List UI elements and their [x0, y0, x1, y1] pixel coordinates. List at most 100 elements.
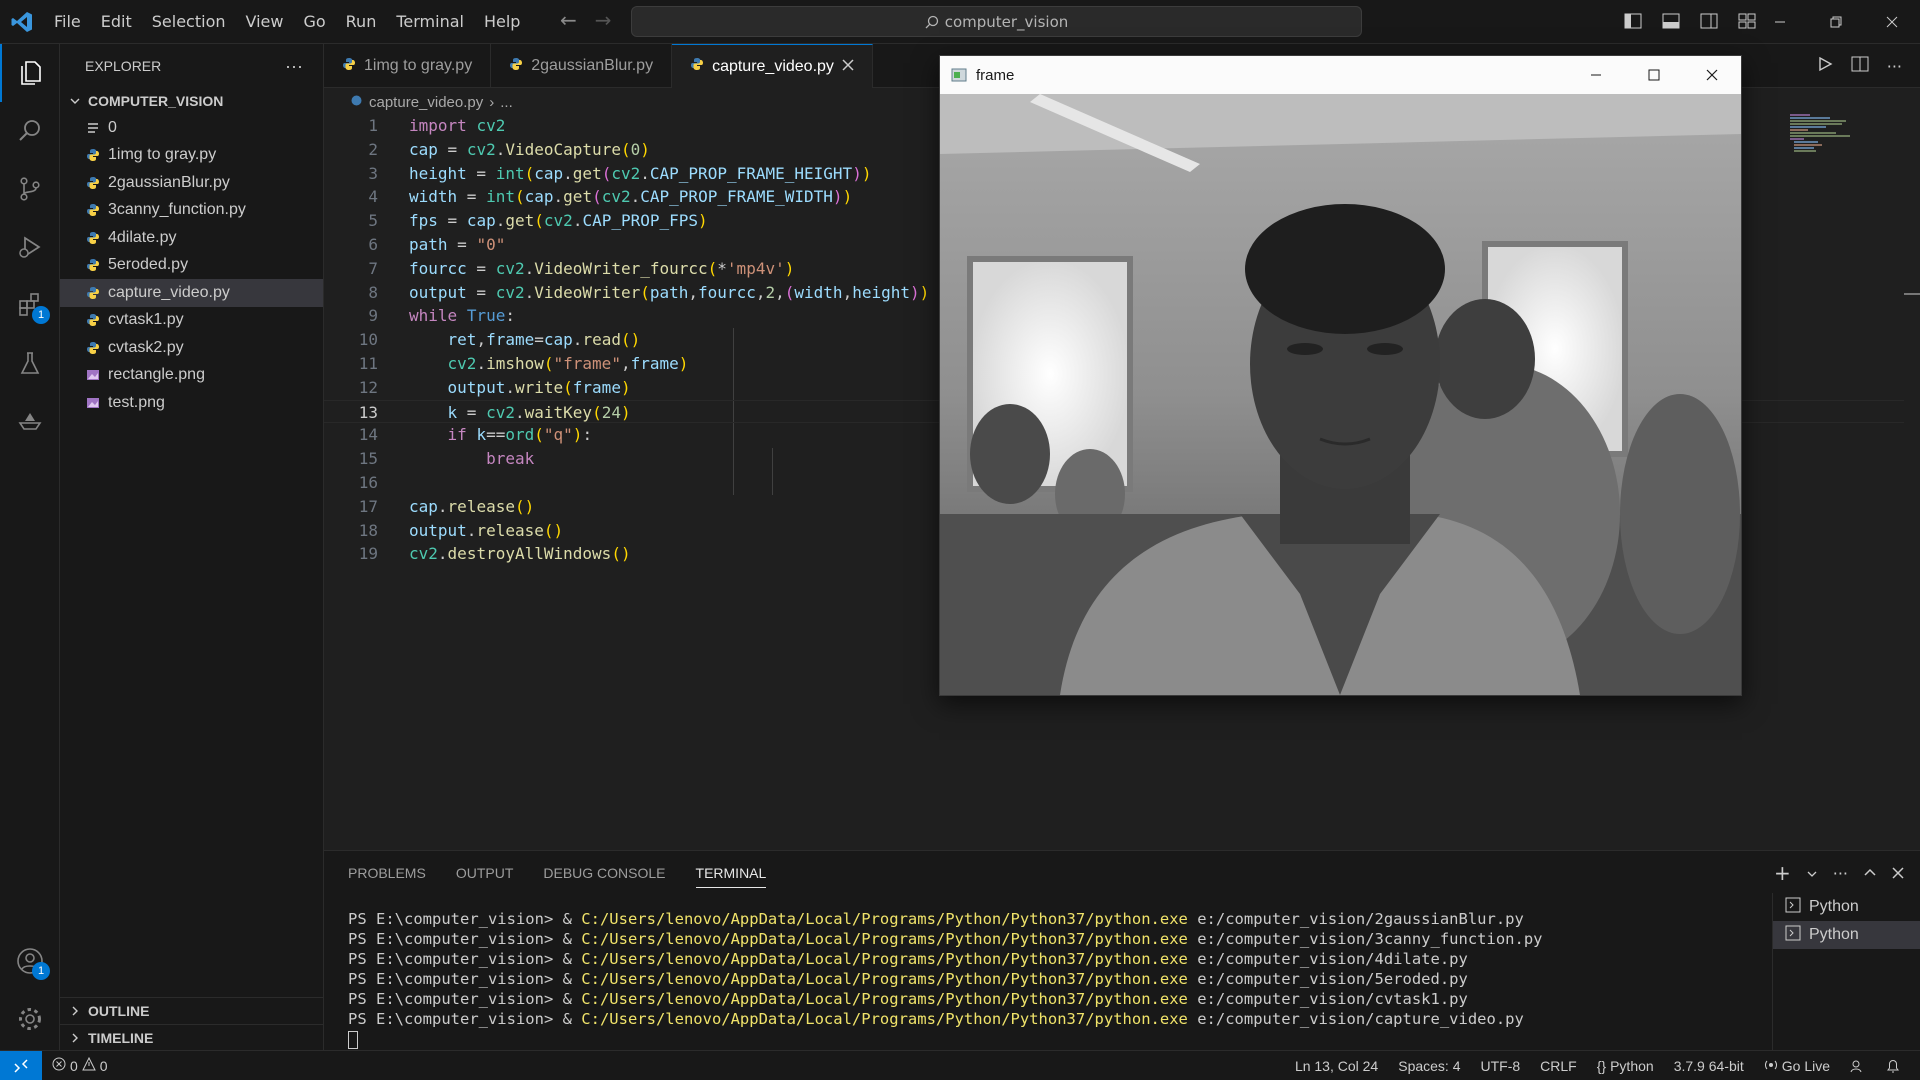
menu-file[interactable]: File	[44, 0, 91, 44]
terminal-instance[interactable]: Python	[1773, 893, 1920, 921]
frame-window[interactable]: frame	[939, 55, 1742, 696]
menu-selection[interactable]: Selection	[142, 0, 236, 44]
accounts-icon[interactable]: 1	[0, 932, 60, 990]
frame-close-icon[interactable]	[1683, 56, 1741, 94]
tab-label: 2gaussianBlur.py	[531, 57, 654, 74]
indentation[interactable]: Spaces: 4	[1388, 1058, 1470, 1074]
frame-window-titlebar[interactable]: frame	[940, 56, 1741, 94]
search-icon	[925, 15, 938, 28]
breadcrumb-file[interactable]: capture_video.py	[369, 94, 483, 111]
window-controls	[1752, 0, 1920, 44]
maximize-panel-icon[interactable]	[1864, 864, 1876, 883]
cursor-position[interactable]: Ln 13, Col 24	[1285, 1058, 1388, 1074]
explorer-sidebar: EXPLORER ··· COMPUTER_VISION 0 1img to gr…	[60, 44, 324, 1050]
navigation-arrows: ← →	[560, 8, 612, 32]
tab-output[interactable]: OUTPUT	[456, 865, 514, 888]
file-item[interactable]: cvtask1.py	[60, 307, 323, 335]
extensions-badge: 1	[32, 306, 50, 324]
settings-gear-icon[interactable]	[0, 990, 60, 1048]
tab-2gaussianblur[interactable]: 2gaussianBlur.py	[491, 44, 673, 88]
remote-explorer-icon[interactable]	[0, 392, 60, 450]
menu-run[interactable]: Run	[336, 0, 387, 44]
terminal-argument: e:/computer_vision/5eroded.py	[1187, 970, 1468, 988]
line-number: 8	[368, 282, 378, 302]
end-of-line[interactable]: CRLF	[1530, 1058, 1587, 1074]
close-panel-icon[interactable]	[1892, 864, 1904, 883]
tab-label: 1img to gray.py	[364, 57, 473, 74]
code-text: import cv2	[409, 116, 506, 135]
tab-capture-video[interactable]: capture_video.py	[672, 44, 873, 88]
problems-status[interactable]: 0 0	[42, 1056, 118, 1074]
source-control-icon[interactable]	[0, 160, 60, 218]
chevron-right-icon	[66, 1032, 84, 1044]
terminal-output[interactable]: PS E:\computer_vision> & C:/Users/lenovo…	[348, 909, 1542, 1049]
run-debug-icon[interactable]	[0, 218, 60, 276]
python-file-icon	[342, 57, 356, 76]
python-interpreter[interactable]: 3.7.9 64-bit	[1664, 1058, 1754, 1074]
search-icon[interactable]	[0, 102, 60, 160]
restore-icon[interactable]	[1808, 0, 1864, 44]
file-item[interactable]: 2gaussianBlur.py	[60, 169, 323, 197]
file-item[interactable]: 0	[60, 114, 323, 142]
minimap[interactable]	[1790, 114, 1860, 154]
back-arrow-icon[interactable]: ←	[560, 8, 577, 32]
file-item[interactable]: capture_video.py	[60, 279, 323, 307]
explorer-more-actions[interactable]: ···	[285, 56, 303, 77]
tab-problems[interactable]: PROBLEMS	[348, 865, 426, 888]
outline-section[interactable]: OUTLINE	[60, 997, 324, 1024]
tab-debug-console[interactable]: DEBUG CONSOLE	[543, 865, 665, 888]
terminal-instance[interactable]: Python	[1773, 921, 1920, 949]
folder-header[interactable]: COMPUTER_VISION	[60, 88, 323, 114]
close-window-icon[interactable]	[1864, 0, 1920, 44]
new-terminal-icon[interactable]: +	[1774, 861, 1791, 885]
remote-indicator-icon[interactable]	[0, 1051, 42, 1080]
frame-minimize-icon[interactable]	[1567, 56, 1625, 94]
language-mode[interactable]: {} Python	[1587, 1058, 1664, 1074]
command-center[interactable]: computer_vision	[631, 6, 1362, 37]
python-file-icon	[82, 176, 104, 190]
terminal-argument: e:/computer_vision/3canny_function.py	[1187, 930, 1543, 948]
more-actions-icon[interactable]: ···	[1833, 864, 1848, 883]
testing-icon[interactable]	[0, 334, 60, 392]
file-item[interactable]: 3canny_function.py	[60, 197, 323, 225]
file-item[interactable]: rectangle.png	[60, 362, 323, 390]
menu-view[interactable]: View	[236, 0, 294, 44]
toggle-primary-sidebar-icon[interactable]	[1622, 10, 1644, 32]
timeline-section[interactable]: TIMELINE	[60, 1024, 324, 1051]
close-tab-icon[interactable]	[842, 58, 854, 76]
frame-maximize-icon[interactable]	[1625, 56, 1683, 94]
menu-help[interactable]: Help	[474, 0, 530, 44]
menu-go[interactable]: Go	[293, 0, 335, 44]
terminal-prompt: PS E:\computer_vision> &	[348, 910, 582, 928]
explorer-icon[interactable]	[0, 44, 60, 102]
chevron-down-icon[interactable]	[1807, 864, 1817, 883]
warning-count: 0	[99, 1057, 108, 1074]
minimize-icon[interactable]	[1752, 0, 1808, 44]
feedback-icon[interactable]	[1840, 1058, 1876, 1074]
run-python-file-icon[interactable]	[1817, 56, 1833, 76]
frame-window-title: frame	[976, 66, 1015, 84]
extensions-icon[interactable]: 1	[0, 276, 60, 334]
menu-edit[interactable]: Edit	[91, 0, 142, 44]
file-item[interactable]: 1img to gray.py	[60, 142, 323, 170]
split-editor-icon[interactable]	[1851, 56, 1869, 76]
toggle-panel-icon[interactable]	[1660, 10, 1682, 32]
code-text: while True:	[409, 306, 515, 326]
breadcrumb-symbol[interactable]: ...	[500, 94, 513, 111]
menu-terminal[interactable]: Terminal	[386, 0, 474, 44]
line-number: 6	[368, 234, 378, 254]
go-live-button[interactable]: Go Live	[1754, 1058, 1840, 1075]
file-item[interactable]: 4dilate.py	[60, 224, 323, 252]
forward-arrow-icon[interactable]: →	[595, 8, 612, 32]
code-text: ret,frame=cap.read()	[447, 330, 641, 350]
file-item[interactable]: test.png	[60, 389, 323, 417]
tab-terminal[interactable]: TERMINAL	[695, 865, 767, 888]
toggle-secondary-sidebar-icon[interactable]	[1698, 10, 1720, 32]
more-actions-icon[interactable]: ···	[1887, 57, 1902, 76]
encoding[interactable]: UTF-8	[1471, 1058, 1531, 1074]
file-item[interactable]: 5eroded.py	[60, 252, 323, 280]
notifications-bell-icon[interactable]	[1876, 1058, 1910, 1074]
line-number: 7	[368, 258, 378, 278]
file-item[interactable]: cvtask2.py	[60, 334, 323, 362]
tab-1img-to-gray[interactable]: 1img to gray.py	[324, 44, 492, 88]
